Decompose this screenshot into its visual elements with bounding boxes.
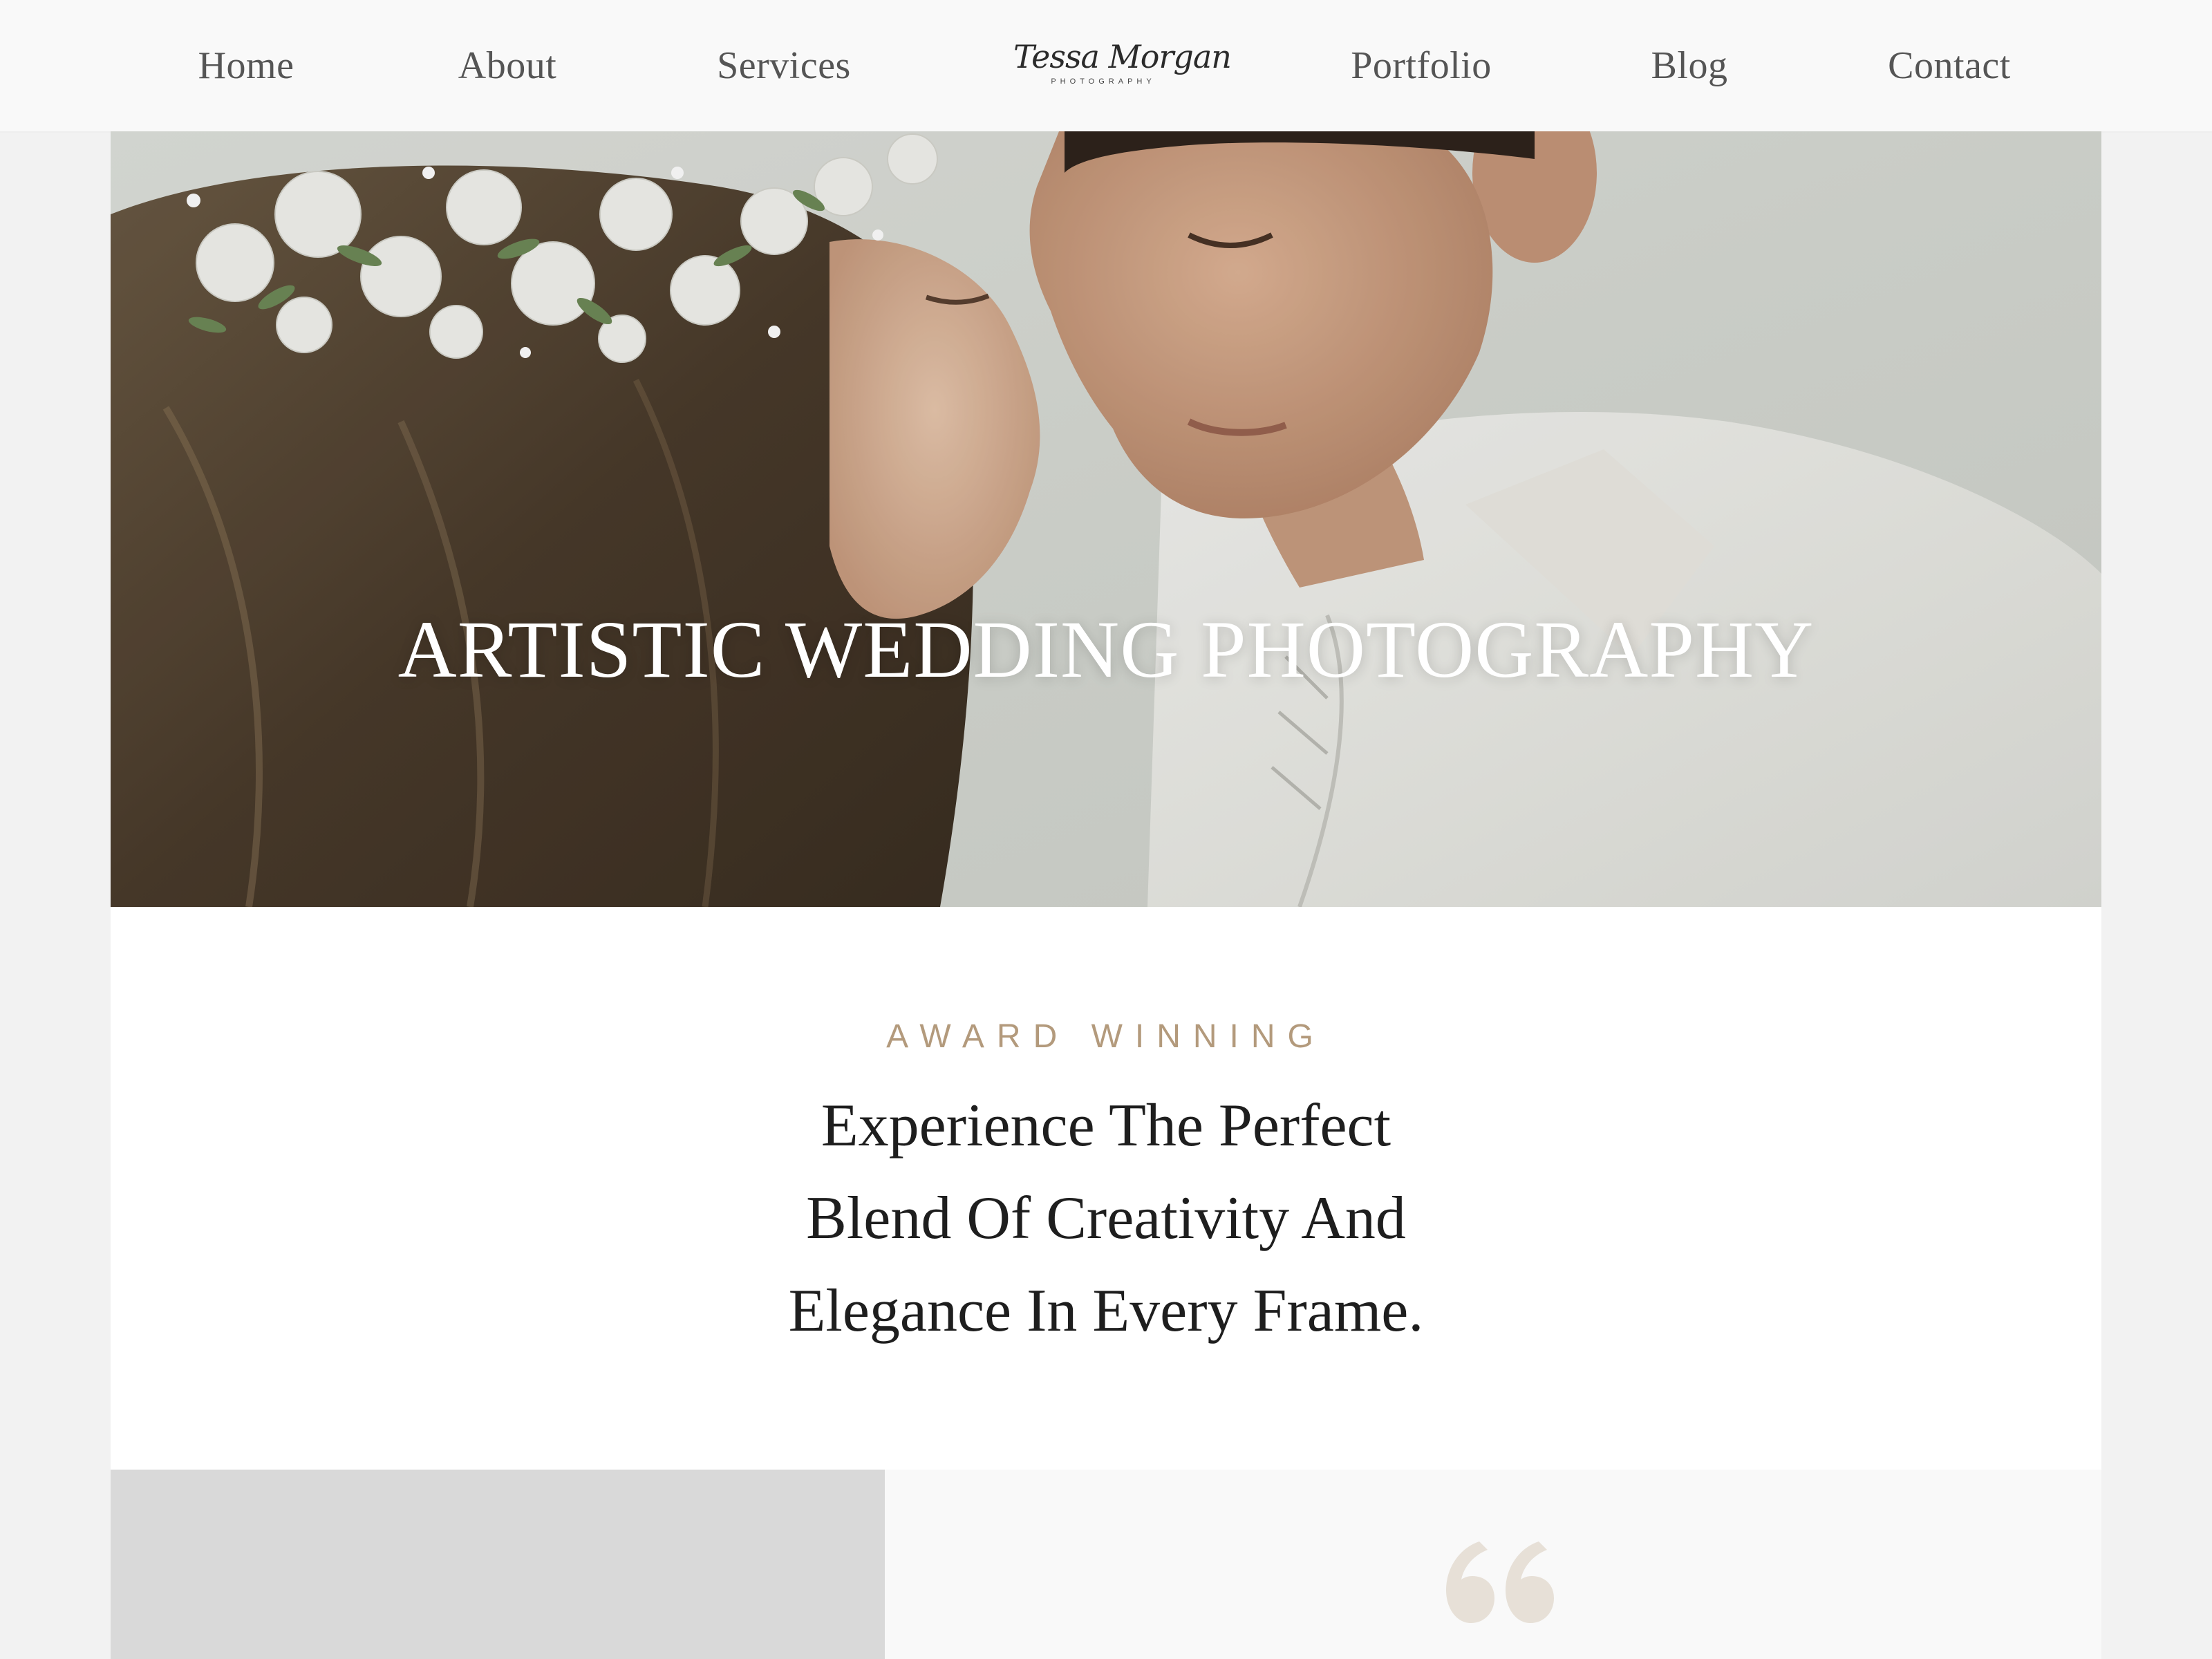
nav-link-services[interactable]: Services [717,40,851,91]
testimonial-panel [885,1470,2101,1659]
nav-link-portfolio[interactable]: Portfolio [1351,40,1492,91]
section-eyebrow: AWARD WINNING [886,1018,1326,1055]
testimonial-photo [111,1470,885,1659]
logo-tagline: PHOTOGRAPHY [1051,77,1156,86]
logo-name: Tessa Morgan [1013,38,1232,75]
nav-link-about[interactable]: About [458,40,557,91]
hero-banner: ARTISTIC WEDDING PHOTOGRAPHY [111,131,2101,907]
hero-title: ARTISTIC WEDDING PHOTOGRAPHY [397,604,1815,695]
nav-link-home[interactable]: Home [198,40,294,91]
top-navigation: Home About Services Tessa Morgan PHOTOGR… [0,0,2212,133]
nav-link-contact[interactable]: Contact [1888,40,2011,91]
intro-section: AWARD WINNING Experience The Perfect Ble… [111,907,2101,1470]
site-logo[interactable]: Tessa Morgan PHOTOGRAPHY [1013,36,1232,98]
nav-link-blog[interactable]: Blog [1651,40,1728,91]
hero-photo [111,131,2101,907]
intro-heading: Experience The Perfect Blend Of Creativi… [788,1092,1424,1344]
quote-icon [1446,1541,1554,1623]
